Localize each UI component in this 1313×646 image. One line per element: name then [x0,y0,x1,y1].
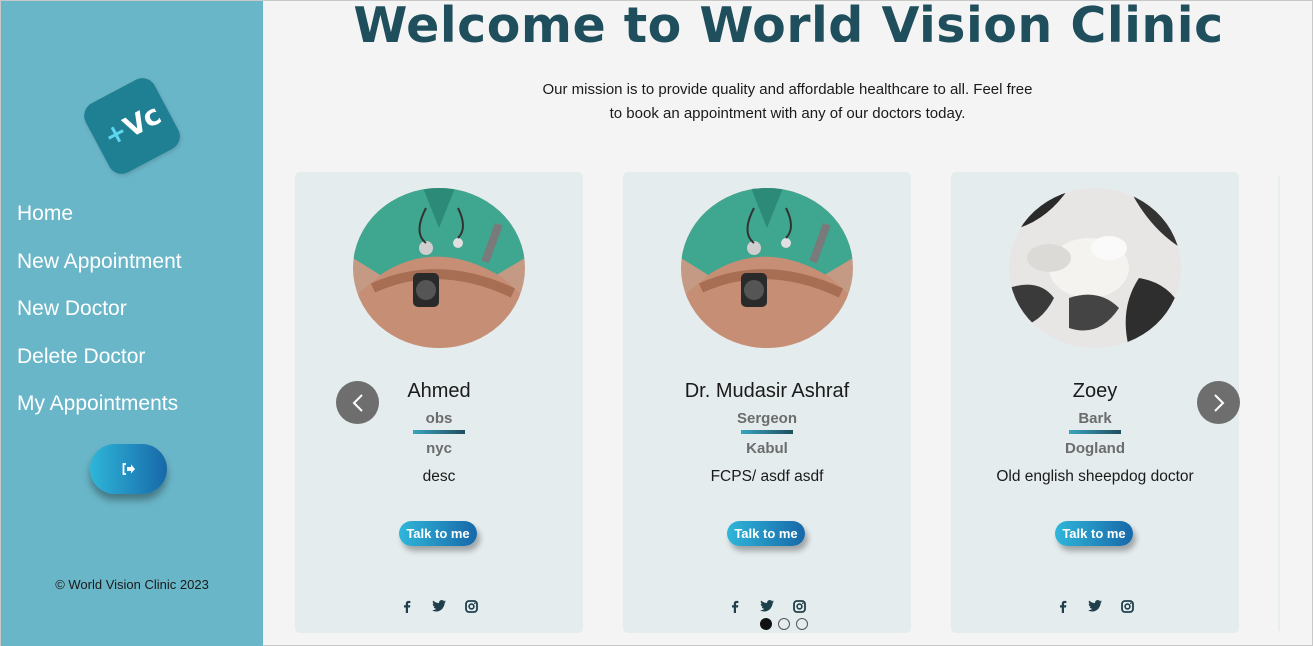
carousel-dot-2[interactable] [778,618,790,630]
doctor-specialization: Sergeon [736,410,797,427]
carousel-indicators [760,618,808,630]
social-links [295,598,583,614]
carousel-next-button[interactable] [1197,381,1240,424]
divider [413,430,465,434]
carousel-dot-1[interactable] [760,618,772,630]
mission-line-2: to book an appointment with any of our d… [609,105,966,122]
sidebar: + Vc Home New Appointment New Doctor Del… [1,1,263,646]
talk-to-me-button[interactable]: Talk to me [1055,521,1133,546]
carousel-prev-button[interactable] [336,381,379,424]
instagram-icon[interactable] [1119,598,1135,614]
twitter-icon[interactable] [1087,598,1103,614]
chevron-right-icon [1213,393,1224,412]
twitter-icon[interactable] [759,598,775,614]
doctor-description: Old english sheepdog doctor [996,468,1194,485]
doctor-name: Zoey [1072,380,1118,402]
mission-line-1: Our mission is to provide quality and af… [542,81,1033,98]
facebook-icon[interactable] [1055,598,1071,614]
logout-button[interactable] [90,444,167,494]
doctor-card: Dr. Mudasir Ashraf Sergeon Kabul FCPS/ a… [623,172,911,633]
chevron-left-icon [352,393,363,412]
doctor-photo [681,188,853,348]
doctor-name: Dr. Mudasir Ashraf [684,380,850,402]
divider [1069,430,1121,434]
social-links [623,598,911,614]
facebook-icon[interactable] [399,598,415,614]
nav-my-appointments[interactable]: My Appointments [17,389,182,437]
next-card-edge [1278,176,1280,631]
nav-delete-doctor[interactable]: Delete Doctor [17,342,182,390]
doctor-photo [353,188,525,348]
instagram-icon[interactable] [791,598,807,614]
dog-photo [1009,188,1181,348]
doctor-card: Zoey Bark Dogland Old english sheepdog d… [951,172,1239,633]
doctor-city: Dogland [1065,440,1125,457]
nav-home[interactable]: Home [17,199,182,247]
doctor-city: Kabul [746,440,788,457]
page-title: Welcome to World Vision Clinic [353,0,1224,54]
facebook-icon[interactable] [727,598,743,614]
instagram-icon[interactable] [463,598,479,614]
nav-new-appointment[interactable]: New Appointment [17,247,182,295]
talk-to-me-button[interactable]: Talk to me [399,521,477,546]
doctor-city: nyc [426,440,452,457]
nav-new-doctor[interactable]: New Doctor [17,294,182,342]
carousel-dot-3[interactable] [796,618,808,630]
sidebar-nav: Home New Appointment New Doctor Delete D… [17,199,182,437]
divider [741,430,793,434]
sign-out-icon [122,463,135,475]
social-links [951,598,1239,614]
doctor-description: desc [422,468,456,485]
talk-to-me-button[interactable]: Talk to me [727,521,805,546]
twitter-icon[interactable] [431,598,447,614]
copyright: © World Vision Clinic 2023 [55,577,209,592]
doctor-specialization: Bark [1078,410,1112,427]
mission-statement: Our mission is to provide quality and af… [521,78,1054,126]
doctor-description: FCPS/ asdf asdf [710,468,824,485]
clinic-logo[interactable]: + Vc [79,73,185,179]
